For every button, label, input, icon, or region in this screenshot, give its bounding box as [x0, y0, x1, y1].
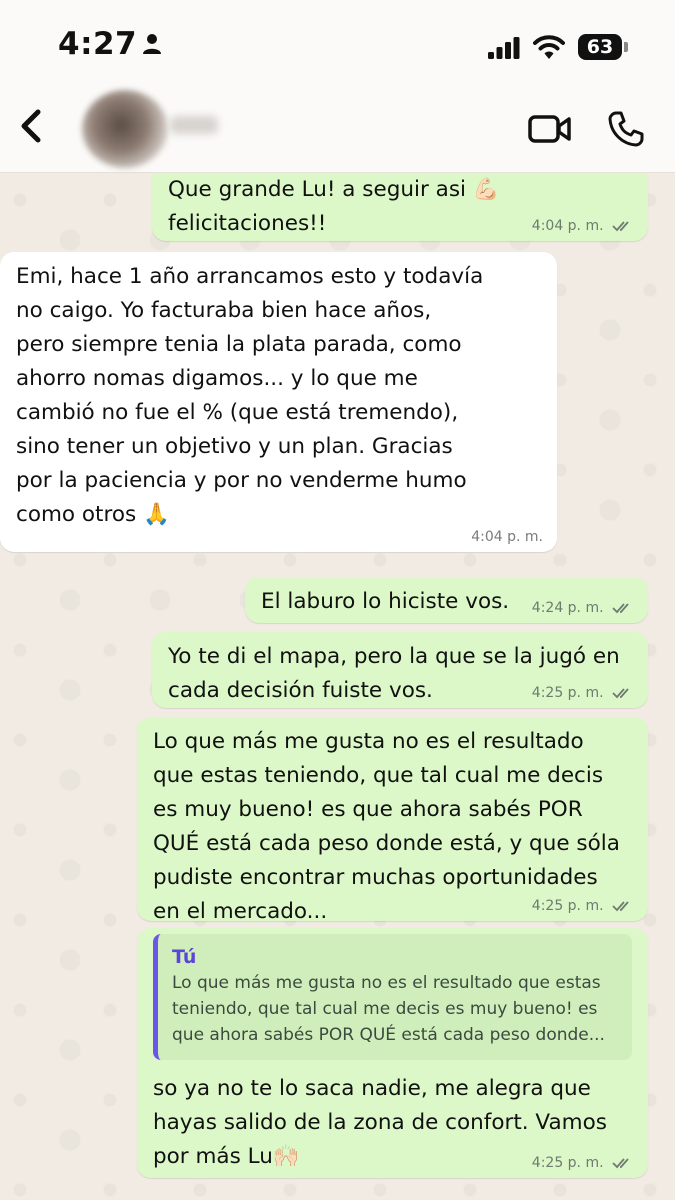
- phone-icon[interactable]: [607, 110, 645, 148]
- contact-avatar[interactable]: [82, 90, 168, 168]
- double-check-icon: [612, 901, 629, 912]
- message-time: 4:25 p. m.: [531, 1155, 604, 1171]
- message-meta: 4:25 p. m.: [532, 1154, 634, 1172]
- person-icon: [143, 34, 161, 54]
- message-meta: 4:25 p. m.: [532, 897, 634, 915]
- quoted-text: Lo que más me gusta no es el resultado q…: [172, 973, 605, 1045]
- double-check-icon: [612, 603, 629, 614]
- battery-level: 63: [586, 36, 614, 58]
- chevron-left-icon[interactable]: [18, 108, 46, 144]
- quoted-author: Tú: [172, 946, 197, 968]
- message-time: 4:04 p. m.: [471, 529, 543, 545]
- message-bubble-outgoing[interactable]: El laburo lo hiciste vos. 4:24 p. m.: [245, 577, 648, 623]
- message-bubble-outgoing[interactable]: Yo te di el mapa, pero la que se la jugó…: [152, 632, 648, 708]
- status-bar: 4:27 63: [0, 0, 675, 82]
- video-camera-icon[interactable]: [528, 112, 572, 146]
- message-bubble-outgoing[interactable]: Lo que más me gusta no es el resultado q…: [137, 717, 648, 924]
- message-meta: 4:24 p. m.: [532, 599, 634, 617]
- message-time: 4:24 p. m.: [531, 600, 604, 616]
- message-meta: 4:04 p. m.: [532, 217, 634, 235]
- message-meta: 4:25 p. m.: [532, 684, 634, 702]
- message-list: Que grande Lu! a seguir asi 💪🏻 felicitac…: [0, 165, 675, 1200]
- double-check-icon: [612, 221, 629, 232]
- message-text: Emi, hace 1 año arrancamos esto y todaví…: [16, 264, 484, 527]
- cellular-signal-icon: [488, 37, 520, 59]
- battery-indicator: 63: [578, 34, 622, 60]
- battery-tip: [624, 42, 628, 52]
- message-bubble-outgoing[interactable]: Que grande Lu! a seguir asi 💪🏻 felicitac…: [152, 165, 648, 241]
- message-time: 4:04 p. m.: [531, 218, 604, 234]
- wifi-icon: [533, 35, 565, 59]
- message-bubble-incoming[interactable]: Emi, hace 1 año arrancamos esto y todaví…: [0, 252, 557, 552]
- message-bubble-reply[interactable]: Tú Lo que más me gusta no es el resultad…: [137, 928, 648, 1178]
- chat-header: Lu: [0, 82, 675, 173]
- message-meta: 4:04 p. m.: [471, 528, 543, 546]
- status-time: 4:27: [58, 26, 138, 62]
- double-check-icon: [612, 688, 629, 699]
- quoted-message[interactable]: Tú Lo que más me gusta no es el resultad…: [153, 934, 632, 1060]
- message-time: 4:25 p. m.: [531, 685, 604, 701]
- double-check-icon: [612, 1158, 629, 1169]
- message-time: 4:25 p. m.: [531, 898, 604, 914]
- contact-name[interactable]: Lu: [170, 116, 218, 134]
